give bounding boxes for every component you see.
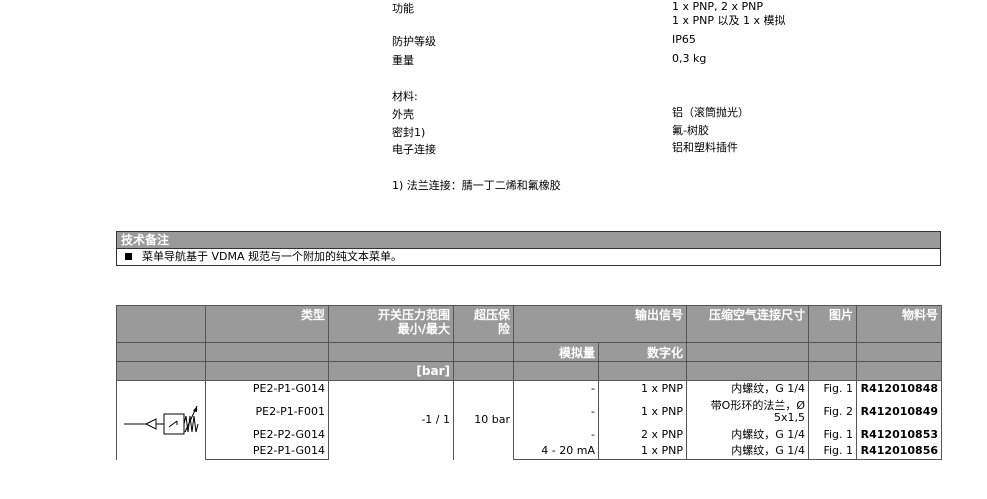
header-overpressure: 超压保险 — [453, 305, 514, 343]
subheader-cell — [856, 342, 943, 362]
cell-figure: Fig. 1 — [808, 427, 858, 443]
spec-value-line: 1 x PNP, 2 x PNP — [672, 0, 763, 13]
spec-label: 防护等级 — [392, 35, 436, 48]
cell-analog: 4 - 20 mA — [513, 443, 599, 460]
notes-item-text: 菜单导航基于 VDMA 规范与一个附加的纯文本菜单。 — [142, 250, 403, 263]
subheader-cell — [453, 342, 514, 362]
notes-item: 菜单导航基于 VDMA 规范与一个附加的纯文本菜单。 — [117, 249, 940, 265]
spec-label: 电子连接 — [392, 143, 436, 156]
subheader-cell — [808, 342, 858, 362]
spec-value: 铝和塑料插件 — [672, 141, 738, 154]
cell-part-no: R412010849 — [856, 397, 943, 427]
table-unit-row: [bar] — [116, 361, 943, 381]
subheader-cell — [686, 342, 810, 362]
cell-part-no: R412010856 — [856, 443, 943, 460]
cell-digital: 2 x PNP — [597, 427, 688, 443]
spec-value-line: 1 x PNP 以及 1 x 模拟 — [672, 14, 786, 27]
spec-value: 1 x PNP, 2 x PNP 1 x PNP 以及 1 x 模拟 — [672, 0, 786, 28]
spec-label: 外壳 — [392, 108, 414, 121]
spec-value: 氟-树胶 — [672, 124, 709, 137]
cell-part-no: R412010848 — [856, 380, 943, 397]
cell-connection: 内螺纹，G 1/4 — [686, 380, 810, 397]
unit-cell — [513, 361, 599, 381]
cell-digital: 1 x PNP — [597, 443, 688, 460]
spec-label: 密封1) — [392, 126, 426, 139]
spec-label: 功能 — [392, 2, 414, 15]
header-type: 类型 — [205, 305, 329, 343]
header-analog: 模拟量 — [513, 342, 599, 362]
cell-digital: 1 x PNP — [597, 397, 688, 427]
cell-pressure-range: -1 / 1 — [328, 380, 454, 460]
spec-row-seal: 密封1) 氟-树胶 — [392, 124, 812, 140]
header-unit: [bar] — [328, 361, 454, 381]
spec-label: 重量 — [392, 54, 414, 67]
spec-row-housing: 外壳 铝（滚筒抛光） — [392, 106, 812, 122]
subheader-cell — [205, 342, 329, 362]
technical-notes: 技术备注 菜单导航基于 VDMA 规范与一个附加的纯文本菜单。 — [116, 231, 941, 266]
spec-row-function: 功能 1 x PNP, 2 x PNP 1 x PNP 以及 1 x 模拟 — [392, 0, 812, 30]
header-output-signal: 输出信号 — [512, 305, 688, 343]
cell-part-no: R412010853 — [856, 427, 943, 443]
header-figure: 图片 — [808, 305, 858, 343]
cell-analog: - — [513, 397, 599, 427]
unit-cell — [808, 361, 858, 381]
unit-cell — [856, 361, 943, 381]
cell-overpressure: 10 bar — [453, 380, 514, 460]
cell-connection: 内螺纹，G 1/4 — [686, 443, 810, 460]
cell-type: PE2-P1-G014 — [205, 380, 329, 397]
header-part-no: 物料号 — [856, 305, 943, 343]
table-row: PE2-P1-F001 - 1 x PNP 带O形环的法兰，Ø 5x1,5 Fi… — [117, 397, 943, 427]
table-row: PE2-P1-G014 4 - 20 mA 1 x PNP 内螺纹，G 1/4 … — [117, 443, 943, 460]
unit-cell — [205, 361, 329, 381]
spec-materials-heading: 材料: — [392, 88, 812, 104]
cell-type: PE2-P1-F001 — [205, 397, 329, 427]
pressure-switch-symbol-icon — [124, 405, 199, 435]
footnote: 1) 法兰连接：腈一丁二烯和氟橡胶 — [392, 179, 561, 192]
product-table: 类型 开关压力范围 最小/最大 超压保险 输出信号 压缩空气连接尺寸 图片 物料… — [116, 305, 943, 460]
table-row: PE2-P1-G014 -1 / 1 10 bar - 1 x PNP 内螺纹，… — [116, 380, 943, 460]
subheader-cell — [116, 342, 206, 362]
table-subheader-row: 模拟量 数字化 — [116, 342, 943, 362]
header-pressure-range: 开关压力范围 最小/最大 — [328, 305, 454, 343]
subheader-cell — [328, 342, 454, 362]
header-connection: 压缩空气连接尺寸 — [686, 305, 810, 343]
unit-cell — [116, 361, 206, 381]
unit-cell — [453, 361, 514, 381]
table-row: PE2-P2-G014 - 2 x PNP 内螺纹，G 1/4 Fig. 1 R… — [117, 427, 943, 443]
spec-row-electrical: 电子连接 铝和塑料插件 — [392, 141, 812, 157]
cell-figure: Fig. 2 — [808, 397, 858, 427]
cell-figure: Fig. 1 — [808, 380, 858, 397]
symbol-cell — [116, 380, 206, 460]
spec-value: 铝（滚筒抛光） — [672, 106, 749, 119]
cell-connection: 内螺纹，G 1/4 — [686, 427, 810, 443]
materials-heading: 材料: — [392, 90, 418, 103]
spec-row-weight: 重量 0,3 kg — [392, 52, 812, 68]
unit-cell — [597, 361, 688, 381]
cell-analog: - — [513, 427, 599, 443]
cell-connection: 带O形环的法兰，Ø 5x1,5 — [686, 397, 810, 427]
unit-cell — [686, 361, 810, 381]
spec-row-protection: 防护等级 IP65 — [392, 33, 812, 49]
notes-title: 技术备注 — [117, 232, 940, 249]
bullet-icon — [125, 253, 132, 260]
cell-type: PE2-P1-G014 — [205, 443, 329, 460]
table-header-row: 类型 开关压力范围 最小/最大 超压保险 输出信号 压缩空气连接尺寸 图片 物料… — [116, 305, 943, 343]
cell-figure: Fig. 1 — [808, 443, 858, 460]
header-symbol — [116, 305, 206, 343]
cell-digital: 1 x PNP — [597, 380, 688, 397]
header-digital: 数字化 — [597, 342, 688, 362]
spec-value: 0,3 kg — [672, 52, 707, 65]
cell-type: PE2-P2-G014 — [205, 427, 329, 443]
spec-value: IP65 — [672, 33, 696, 46]
cell-analog: - — [513, 380, 599, 397]
